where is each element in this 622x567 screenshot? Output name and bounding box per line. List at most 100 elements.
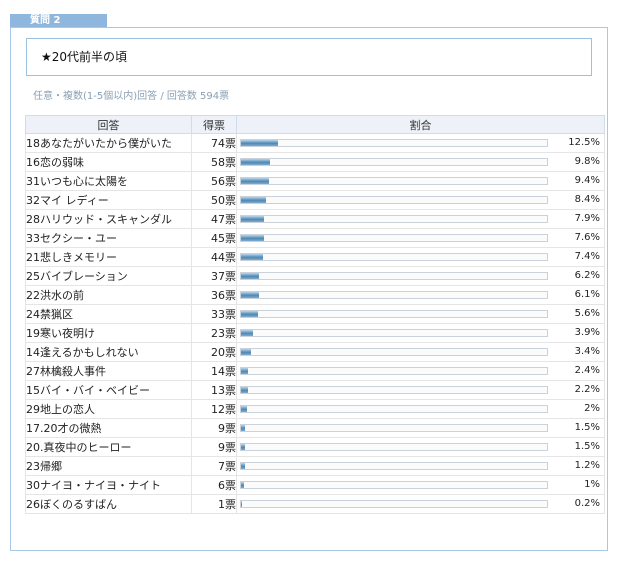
ratio-cell: 7.9%: [236, 209, 605, 229]
ratio-percent: 6.2%: [574, 270, 600, 281]
answer-label: 24禁猟区: [25, 304, 192, 324]
vote-count: 9票: [191, 418, 237, 438]
ratio-bar-fill: [241, 292, 260, 298]
answer-label: 23帰郷: [25, 456, 192, 476]
ratio-bar-fill: [241, 197, 266, 203]
ratio-cell: 9.8%: [236, 152, 605, 172]
answer-label: 21悲しきメモリー: [25, 247, 192, 267]
ratio-bar-fill: [241, 501, 242, 507]
ratio-bar-fill: [241, 235, 264, 241]
ratio-bar-track: [240, 196, 548, 204]
ratio-cell: 12.5%: [236, 133, 605, 153]
ratio-percent: 1%: [584, 479, 600, 490]
ratio-bar-fill: [241, 178, 269, 184]
result-row: 32マイ レディー 50票 8.4%: [25, 190, 605, 210]
question-title: ★20代前半の頃: [26, 38, 592, 76]
ratio-cell: 1.5%: [236, 418, 605, 438]
result-row: 15バイ・バイ・ベイビー 13票 2.2%: [25, 380, 605, 400]
result-row: 26ぼくのるすばん 1票 0.2%: [25, 494, 605, 514]
result-row: 14逢えるかもしれない 20票 3.4%: [25, 342, 605, 362]
ratio-bar-fill: [241, 311, 258, 317]
ratio-percent: 1.5%: [574, 441, 600, 452]
ratio-bar-track: [240, 158, 548, 166]
vote-count: 14票: [191, 361, 237, 381]
ratio-cell: 6.1%: [236, 285, 605, 305]
ratio-cell: 7.4%: [236, 247, 605, 267]
ratio-percent: 9.8%: [574, 156, 600, 167]
result-row: 22洪水の前 36票 6.1%: [25, 285, 605, 305]
ratio-percent: 0.2%: [574, 498, 600, 509]
question-panel: ★20代前半の頃 任意・複数(1-5個以内)回答 / 回答数 594票 回答 得…: [10, 27, 608, 551]
ratio-bar-track: [240, 367, 548, 375]
ratio-percent: 7.9%: [574, 213, 600, 224]
ratio-cell: 3.4%: [236, 342, 605, 362]
ratio-percent: 3.4%: [574, 346, 600, 357]
ratio-bar-fill: [241, 159, 270, 165]
result-row: 27林檎殺人事件 14票 2.4%: [25, 361, 605, 381]
header-answer: 回答: [25, 115, 192, 134]
ratio-bar-track: [240, 253, 548, 261]
result-row: 21悲しきメモリー 44票 7.4%: [25, 247, 605, 267]
vote-count: 1票: [191, 494, 237, 514]
ratio-bar-track: [240, 424, 548, 432]
vote-count: 44票: [191, 247, 237, 267]
vote-count: 50票: [191, 190, 237, 210]
question-tab: 質問 2: [10, 14, 107, 27]
ratio-percent: 1.5%: [574, 422, 600, 433]
result-row: 28ハリウッド・スキャンダル 47票 7.9%: [25, 209, 605, 229]
result-row: 24禁猟区 33票 5.6%: [25, 304, 605, 324]
vote-count: 47票: [191, 209, 237, 229]
vote-count: 33票: [191, 304, 237, 324]
vote-count: 23票: [191, 323, 237, 343]
ratio-percent: 12.5%: [568, 137, 600, 148]
ratio-bar-fill: [241, 482, 244, 488]
ratio-cell: 3.9%: [236, 323, 605, 343]
answer-label: 28ハリウッド・スキャンダル: [25, 209, 192, 229]
answer-label: 22洪水の前: [25, 285, 192, 305]
result-row: 19寒い夜明け 23票 3.9%: [25, 323, 605, 343]
answer-label: 26ぼくのるすばん: [25, 494, 192, 514]
vote-count: 74票: [191, 133, 237, 153]
result-row: 18あなたがいたから僕がいた 74票 12.5%: [25, 133, 605, 153]
ratio-bar-track: [240, 139, 548, 147]
ratio-percent: 8.4%: [574, 194, 600, 205]
ratio-bar-track: [240, 386, 548, 394]
vote-count: 9票: [191, 437, 237, 457]
ratio-cell: 1.2%: [236, 456, 605, 476]
ratio-bar-track: [240, 405, 548, 413]
vote-count: 13票: [191, 380, 237, 400]
ratio-percent: 2.4%: [574, 365, 600, 376]
ratio-percent: 2%: [584, 403, 600, 414]
answer-label: 31いつも心に太陽を: [25, 171, 192, 191]
ratio-bar-track: [240, 291, 548, 299]
ratio-percent: 3.9%: [574, 327, 600, 338]
answer-label: 20.真夜中のヒーロー: [25, 437, 192, 457]
vote-count: 20票: [191, 342, 237, 362]
result-row: 17.20才の微熱 9票 1.5%: [25, 418, 605, 438]
ratio-bar-fill: [241, 387, 248, 393]
ratio-bar-fill: [241, 273, 260, 279]
ratio-bar-fill: [241, 463, 245, 469]
ratio-percent: 7.4%: [574, 251, 600, 262]
ratio-cell: 1.5%: [236, 437, 605, 457]
result-row: 20.真夜中のヒーロー 9票 1.5%: [25, 437, 605, 457]
ratio-bar-track: [240, 329, 548, 337]
answer-meta: 任意・複数(1-5個以内)回答 / 回答数 594票: [33, 91, 230, 102]
vote-count: 56票: [191, 171, 237, 191]
ratio-cell: 0.2%: [236, 494, 605, 514]
answer-label: 32マイ レディー: [25, 190, 192, 210]
ratio-bar-track: [240, 234, 548, 242]
ratio-bar-fill: [241, 140, 278, 146]
result-row: 25バイブレーション 37票 6.2%: [25, 266, 605, 286]
vote-count: 58票: [191, 152, 237, 172]
answer-label: 18あなたがいたから僕がいた: [25, 133, 192, 153]
header-row: 回答 得票 割合: [25, 115, 605, 134]
answer-label: 30ナイヨ・ナイヨ・ナイト: [25, 475, 192, 495]
ratio-bar-track: [240, 310, 548, 318]
ratio-bar-fill: [241, 425, 246, 431]
answer-label: 17.20才の微熱: [25, 418, 192, 438]
vote-count: 45票: [191, 228, 237, 248]
results-table: 回答 得票 割合 18あなたがいたから僕がいた 74票 12.5% 16恋の弱味 58票…: [25, 115, 605, 514]
result-row: 16恋の弱味 58票 9.8%: [25, 152, 605, 172]
ratio-bar-track: [240, 215, 548, 223]
